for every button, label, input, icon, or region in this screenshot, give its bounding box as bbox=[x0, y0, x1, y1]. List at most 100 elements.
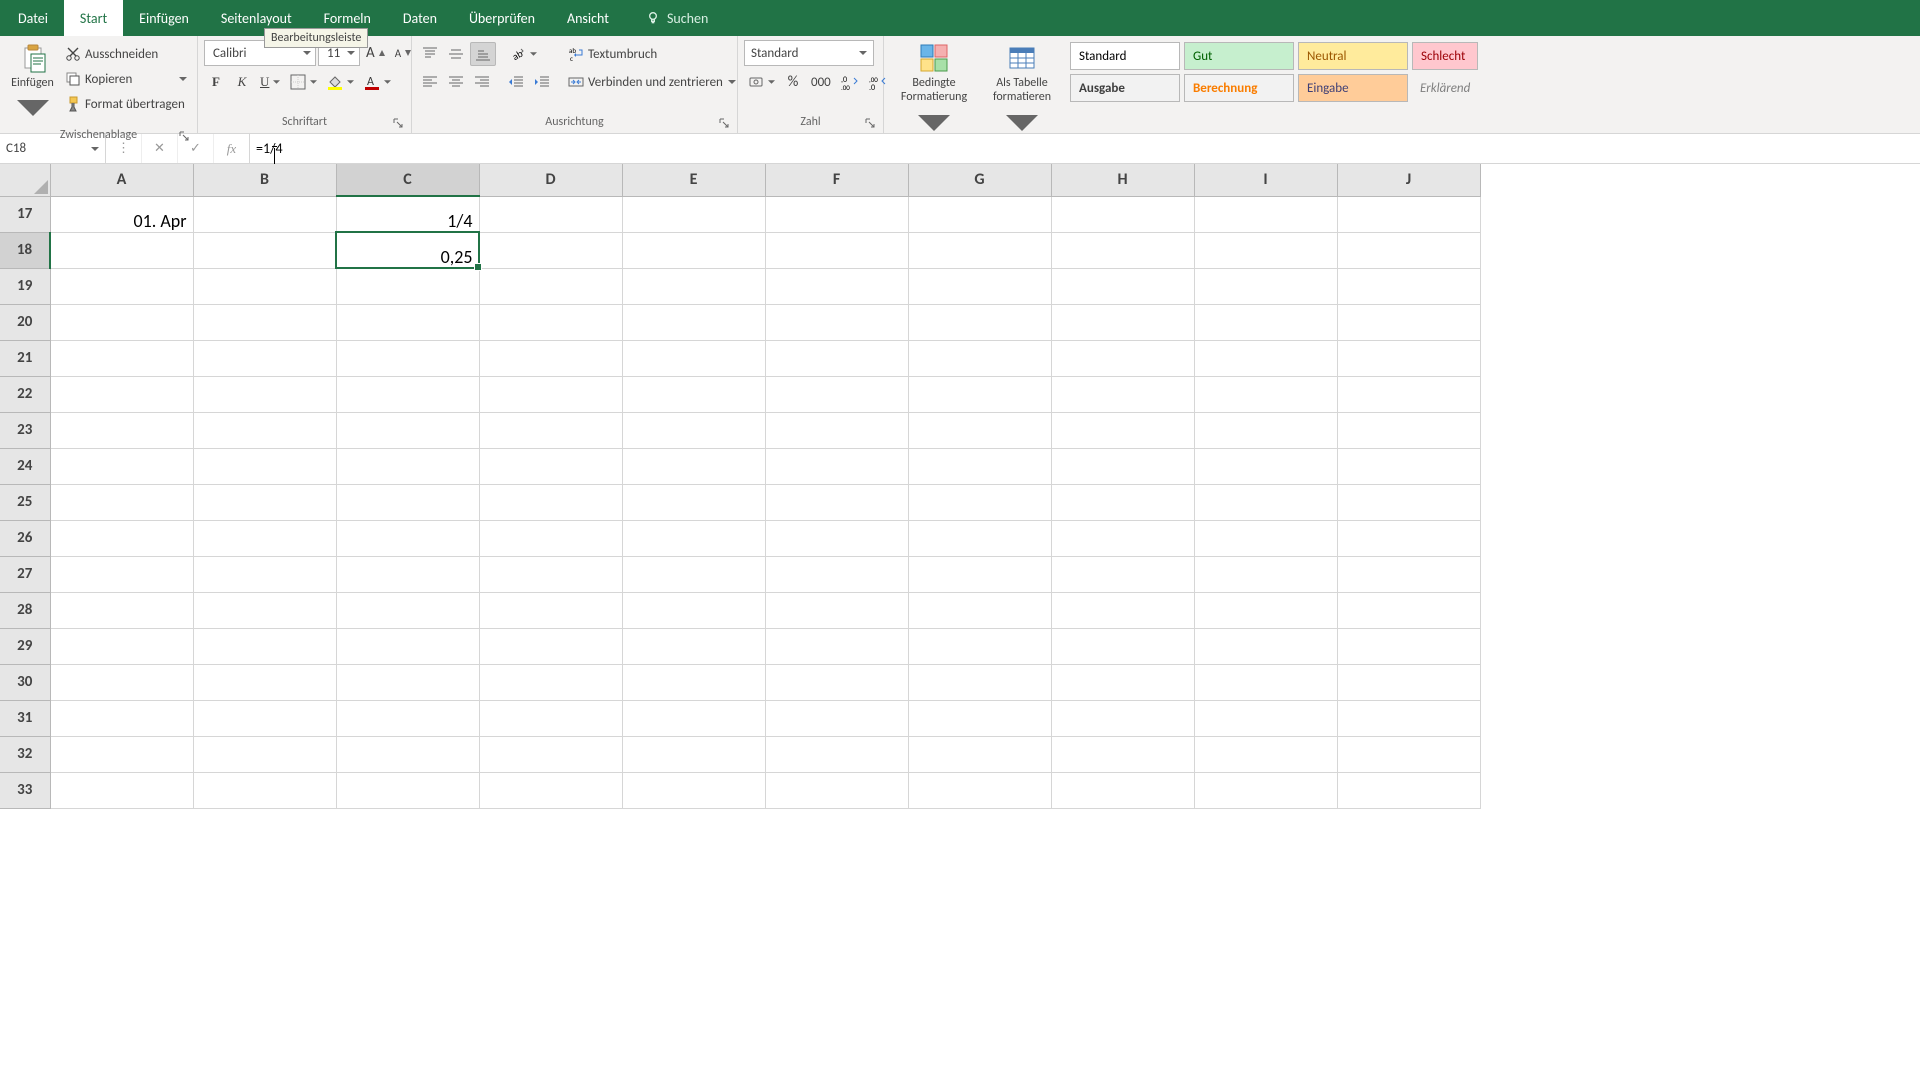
cell-J28[interactable] bbox=[1337, 592, 1480, 628]
cell-styles-gallery[interactable]: Standard Gut Neutral Schlecht Ausgabe Be… bbox=[1066, 40, 1482, 104]
cell-C26[interactable] bbox=[336, 520, 479, 556]
cell-D31[interactable] bbox=[479, 700, 622, 736]
cell-E21[interactable] bbox=[622, 340, 765, 376]
cell-A19[interactable] bbox=[50, 268, 193, 304]
cell-B28[interactable] bbox=[193, 592, 336, 628]
cell-H26[interactable] bbox=[1051, 520, 1194, 556]
format-painter-button[interactable]: Format übertragen bbox=[61, 92, 191, 116]
row-header-32[interactable]: 32 bbox=[0, 736, 50, 772]
cell-B22[interactable] bbox=[193, 376, 336, 412]
thousands-format-button[interactable]: 000 bbox=[807, 70, 835, 94]
cell-H29[interactable] bbox=[1051, 628, 1194, 664]
cell-C29[interactable] bbox=[336, 628, 479, 664]
cell-H28[interactable] bbox=[1051, 592, 1194, 628]
cell-C28[interactable] bbox=[336, 592, 479, 628]
cell-D28[interactable] bbox=[479, 592, 622, 628]
cell-A25[interactable] bbox=[50, 484, 193, 520]
align-bottom-button[interactable] bbox=[470, 42, 496, 66]
cell-H27[interactable] bbox=[1051, 556, 1194, 592]
increase-indent-button[interactable] bbox=[530, 70, 554, 94]
cell-D32[interactable] bbox=[479, 736, 622, 772]
cell-E25[interactable] bbox=[622, 484, 765, 520]
cell-H21[interactable] bbox=[1051, 340, 1194, 376]
cell-G32[interactable] bbox=[908, 736, 1051, 772]
cell-I32[interactable] bbox=[1194, 736, 1337, 772]
bold-button[interactable]: F bbox=[204, 70, 228, 94]
cell-B19[interactable] bbox=[193, 268, 336, 304]
cell-F26[interactable] bbox=[765, 520, 908, 556]
cell-G30[interactable] bbox=[908, 664, 1051, 700]
cell-E27[interactable] bbox=[622, 556, 765, 592]
cell-A22[interactable] bbox=[50, 376, 193, 412]
cell-J30[interactable] bbox=[1337, 664, 1480, 700]
cell-E20[interactable] bbox=[622, 304, 765, 340]
cell-I19[interactable] bbox=[1194, 268, 1337, 304]
cell-C25[interactable] bbox=[336, 484, 479, 520]
cell-G28[interactable] bbox=[908, 592, 1051, 628]
cell-F33[interactable] bbox=[765, 772, 908, 808]
row-header-20[interactable]: 20 bbox=[0, 304, 50, 340]
cell-I26[interactable] bbox=[1194, 520, 1337, 556]
cell-G26[interactable] bbox=[908, 520, 1051, 556]
cell-J33[interactable] bbox=[1337, 772, 1480, 808]
cell-G23[interactable] bbox=[908, 412, 1051, 448]
tab-start[interactable]: Start bbox=[64, 0, 123, 36]
cell-D26[interactable] bbox=[479, 520, 622, 556]
cell-C24[interactable] bbox=[336, 448, 479, 484]
cell-C21[interactable] bbox=[336, 340, 479, 376]
cell-G24[interactable] bbox=[908, 448, 1051, 484]
cell-I29[interactable] bbox=[1194, 628, 1337, 664]
cell-G19[interactable] bbox=[908, 268, 1051, 304]
tab-daten[interactable]: Daten bbox=[387, 0, 453, 36]
cell-C17[interactable]: 1/4 bbox=[336, 196, 479, 232]
style-gut[interactable]: Gut bbox=[1184, 42, 1294, 70]
cell-H19[interactable] bbox=[1051, 268, 1194, 304]
column-header-G[interactable]: G bbox=[908, 164, 1051, 196]
cell-D22[interactable] bbox=[479, 376, 622, 412]
search-box[interactable] bbox=[625, 0, 767, 36]
cell-D20[interactable] bbox=[479, 304, 622, 340]
cell-F23[interactable] bbox=[765, 412, 908, 448]
cell-J27[interactable] bbox=[1337, 556, 1480, 592]
cell-D25[interactable] bbox=[479, 484, 622, 520]
align-center-button[interactable] bbox=[444, 70, 468, 94]
cell-D21[interactable] bbox=[479, 340, 622, 376]
cell-F19[interactable] bbox=[765, 268, 908, 304]
cell-F28[interactable] bbox=[765, 592, 908, 628]
cell-I30[interactable] bbox=[1194, 664, 1337, 700]
tab-ueberpruefen[interactable]: Überprüfen bbox=[453, 0, 551, 36]
column-header-I[interactable]: I bbox=[1194, 164, 1337, 196]
cell-A28[interactable] bbox=[50, 592, 193, 628]
column-header-C[interactable]: C bbox=[336, 164, 479, 196]
style-eingabe[interactable]: Eingabe bbox=[1298, 74, 1408, 102]
row-header-19[interactable]: 19 bbox=[0, 268, 50, 304]
cell-J26[interactable] bbox=[1337, 520, 1480, 556]
paste-button[interactable]: Einfügen bbox=[6, 40, 59, 126]
style-standard[interactable]: Standard bbox=[1070, 42, 1180, 70]
cell-F27[interactable] bbox=[765, 556, 908, 592]
cell-H33[interactable] bbox=[1051, 772, 1194, 808]
cell-J20[interactable] bbox=[1337, 304, 1480, 340]
cell-A30[interactable] bbox=[50, 664, 193, 700]
cell-G20[interactable] bbox=[908, 304, 1051, 340]
cell-A21[interactable] bbox=[50, 340, 193, 376]
cell-A23[interactable] bbox=[50, 412, 193, 448]
cell-B26[interactable] bbox=[193, 520, 336, 556]
cell-B29[interactable] bbox=[193, 628, 336, 664]
cell-G18[interactable] bbox=[908, 232, 1051, 268]
underline-button[interactable]: U bbox=[256, 70, 284, 94]
cell-I33[interactable] bbox=[1194, 772, 1337, 808]
cell-E23[interactable] bbox=[622, 412, 765, 448]
row-header-33[interactable]: 33 bbox=[0, 772, 50, 808]
column-header-E[interactable]: E bbox=[622, 164, 765, 196]
cell-G27[interactable] bbox=[908, 556, 1051, 592]
cell-B27[interactable] bbox=[193, 556, 336, 592]
cell-H32[interactable] bbox=[1051, 736, 1194, 772]
cell-C31[interactable] bbox=[336, 700, 479, 736]
cell-H23[interactable] bbox=[1051, 412, 1194, 448]
cell-A31[interactable] bbox=[50, 700, 193, 736]
column-header-D[interactable]: D bbox=[479, 164, 622, 196]
cell-I27[interactable] bbox=[1194, 556, 1337, 592]
cell-B21[interactable] bbox=[193, 340, 336, 376]
cell-D27[interactable] bbox=[479, 556, 622, 592]
